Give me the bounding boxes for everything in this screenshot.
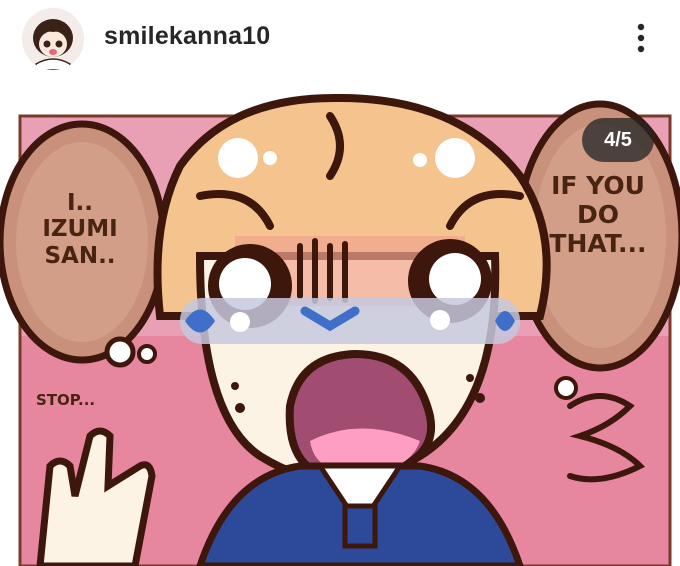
bubble-right-line-1: IF YOU [551, 171, 645, 200]
bubble-left-line-2: IZUMI [42, 216, 118, 243]
profile-avatar-icon [22, 8, 84, 70]
more-options-button[interactable] [626, 18, 656, 58]
bubble-right-line-2: DO [576, 199, 619, 229]
bubble-left-text: I.. IZUMI SAN.. [20, 190, 140, 269]
bubble-right-text: IF YOU DO THAT... [528, 171, 668, 258]
avatar[interactable] [22, 8, 84, 70]
bubble-left-line-1: I.. [66, 190, 94, 216]
post-header: smilekanna10 [0, 0, 680, 86]
slide-counter-badge: 4/5 [582, 118, 654, 162]
stop-caption: STOP... [36, 391, 96, 409]
bubble-right-line-3: THAT... [549, 228, 647, 258]
more-vertical-icon [637, 23, 645, 53]
bubble-left-line-3: SAN.. [44, 242, 116, 269]
username[interactable]: smilekanna10 [104, 22, 270, 51]
manga-illustration [0, 93, 680, 566]
post-image[interactable]: I.. IZUMI SAN.. IF YOU DO THAT... STOP..… [0, 86, 680, 566]
